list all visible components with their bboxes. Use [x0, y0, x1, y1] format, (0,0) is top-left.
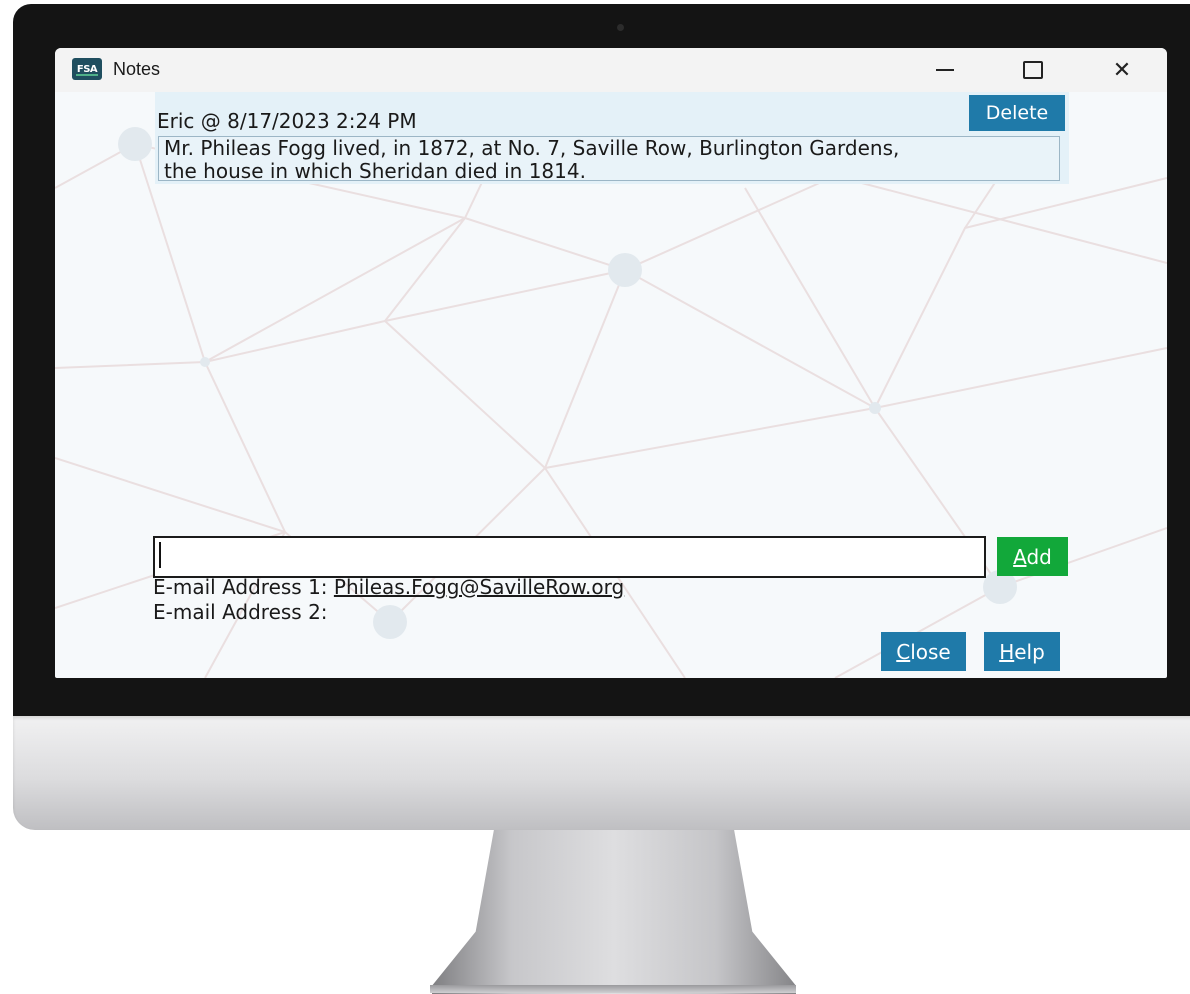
- app-logo-icon: FSA: [72, 58, 102, 80]
- note-item: Eric @ 8/17/2023 2:24 PM Delete Mr. Phil…: [155, 92, 1069, 184]
- email-address-2-row: E-mail Address 2:: [153, 600, 328, 624]
- close-label-rest: lose: [910, 639, 951, 664]
- delete-note-button[interactable]: Delete: [969, 95, 1065, 131]
- window-close-button[interactable]: ✕: [1082, 48, 1162, 92]
- title-bar[interactable]: FSA Notes ✕: [55, 48, 1167, 92]
- maximize-button[interactable]: [993, 48, 1073, 92]
- note-author-timestamp: Eric @ 8/17/2023 2:24 PM: [157, 109, 417, 133]
- minimize-button[interactable]: [905, 48, 985, 92]
- close-button[interactable]: Close: [881, 632, 966, 671]
- minimize-icon: [936, 69, 954, 71]
- camera-icon: [617, 24, 624, 31]
- monitor-chin: [13, 716, 1190, 830]
- close-icon: ✕: [1112, 57, 1132, 83]
- email-address-1-label: E-mail Address 1:: [153, 575, 334, 599]
- add-note-button[interactable]: Add: [997, 537, 1068, 576]
- email-address-1-link[interactable]: Phileas.Fogg@SavilleRow.org: [334, 575, 624, 599]
- help-mnemonic: H: [999, 639, 1015, 664]
- help-label-rest: elp: [1014, 639, 1045, 664]
- window-title: Notes: [113, 59, 161, 79]
- notes-window: FSA Notes ✕ Eric @ 8/17/2023 2:24 PM Del…: [55, 48, 1167, 678]
- add-mnemonic: A: [1013, 544, 1027, 569]
- add-label-rest: dd: [1026, 544, 1052, 569]
- monitor-stand-base: [430, 985, 796, 993]
- help-button[interactable]: Help: [984, 632, 1060, 671]
- note-text[interactable]: Mr. Phileas Fogg lived, in 1872, at No. …: [158, 136, 1060, 181]
- new-note-input[interactable]: [153, 536, 986, 578]
- monitor-stand: [432, 830, 796, 994]
- email-address-2-label: E-mail Address 2:: [153, 600, 328, 624]
- close-mnemonic: C: [896, 639, 911, 664]
- email-address-1-row: E-mail Address 1: Phileas.Fogg@SavilleRo…: [153, 575, 624, 599]
- text-caret: [159, 542, 161, 568]
- maximize-icon: [1023, 61, 1043, 79]
